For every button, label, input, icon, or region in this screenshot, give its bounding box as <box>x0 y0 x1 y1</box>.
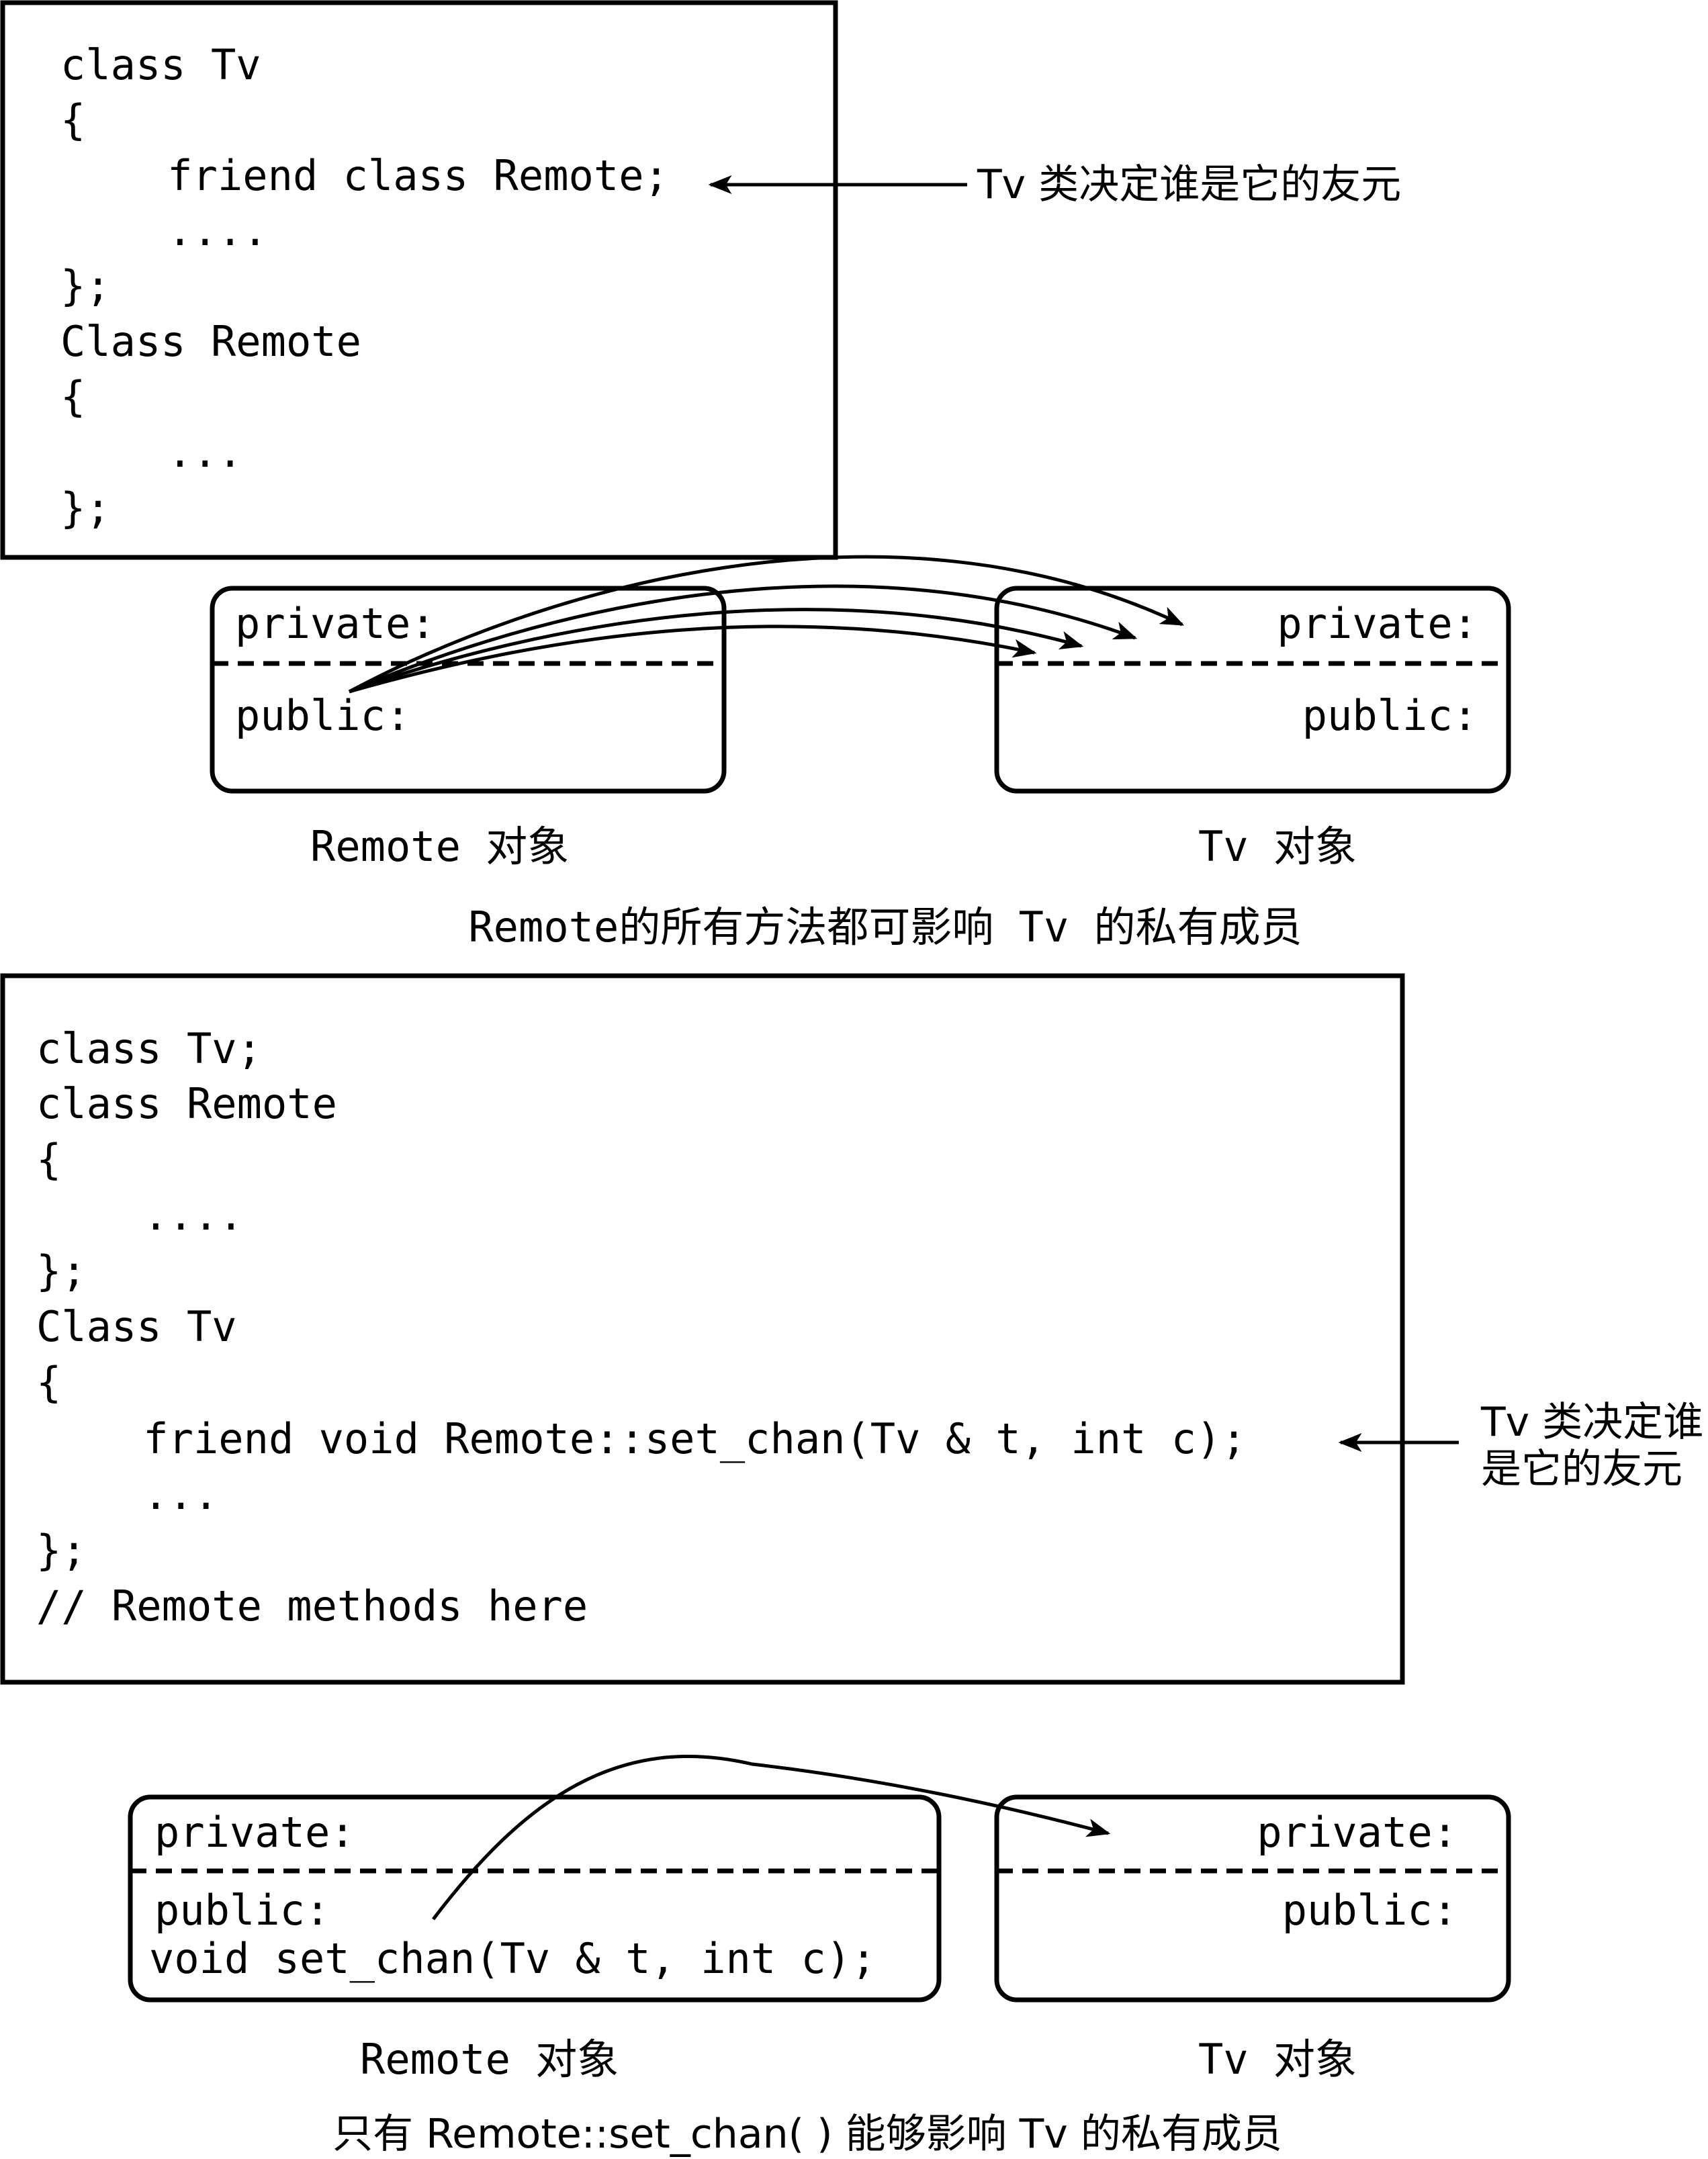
top-code-line: class Tv <box>60 40 261 89</box>
bottom-summary: 只有 Remote::set_chan( ) 能够影响 Tv 的私有成员 <box>332 2111 1282 2158</box>
top-summary: Remote的所有方法都可影响 Tv 的私有成员 <box>468 903 1302 952</box>
bottom-code-line: }; <box>36 1526 87 1575</box>
bottom-remote-caption: Remote 对象 <box>360 2035 619 2084</box>
bottom-set-chan-arrow <box>432 1754 1111 1921</box>
bottom-remote-public-label: public: <box>154 1886 330 1935</box>
top-code-line: { <box>60 95 85 144</box>
bottom-code-line: .... <box>43 1191 244 1240</box>
bottom-tv-private-label: private: <box>1257 1808 1457 1857</box>
top-tv-public-label: public: <box>1302 691 1478 740</box>
bottom-annotation-line2: 是它的友元 <box>1481 1446 1682 1493</box>
bottom-code-block: class Tv; class Remote { .... }; Class T… <box>36 1024 1247 1630</box>
bottom-code-line: class Tv; <box>36 1024 262 1073</box>
top-code-line: }; <box>60 484 111 533</box>
bottom-remote-method-label: void set_chan(Tv & t, int c); <box>149 1934 877 1983</box>
top-remote-private-label: private: <box>235 599 436 648</box>
top-code-line: .... <box>67 206 268 255</box>
bottom-code-line: class Remote <box>36 1079 337 1128</box>
bottom-annotation-line1: Tv 类决定谁 <box>1480 1399 1703 1446</box>
top-code-line: ... <box>67 428 242 477</box>
bottom-code-line: friend void Remote::set_chan(Tv & t, int… <box>43 1414 1247 1463</box>
top-remote-caption: Remote 对象 <box>310 822 569 871</box>
bottom-code-line: ... <box>43 1470 218 1519</box>
top-code-line: friend class Remote; <box>67 151 669 200</box>
bottom-tv-caption: Tv 对象 <box>1198 2035 1357 2084</box>
top-code-line: }; <box>60 261 111 310</box>
top-method-arrow <box>348 555 1185 694</box>
friend-class-diagram: class Tv { friend class Remote; .... }; … <box>0 0 1703 2158</box>
top-code-line: { <box>60 372 85 421</box>
bottom-code-line: { <box>36 1358 61 1407</box>
top-code-block: class Tv { friend class Remote; .... }; … <box>60 40 669 533</box>
bottom-code-line: // Remote methods here <box>36 1581 588 1630</box>
top-annotation: Tv 类决定谁是它的友元 <box>977 161 1401 208</box>
top-tv-caption: Tv 对象 <box>1198 822 1357 871</box>
bottom-remote-private-label: private: <box>154 1808 355 1857</box>
top-remote-public-label: public: <box>235 691 410 740</box>
bottom-code-line: }; <box>36 1246 87 1295</box>
top-tv-private-label: private: <box>1277 599 1478 648</box>
bottom-tv-public-label: public: <box>1282 1886 1457 1935</box>
top-code-line: Class Remote <box>60 317 361 366</box>
bottom-code-line: Class Tv <box>36 1302 237 1351</box>
bottom-code-line: { <box>36 1135 61 1184</box>
